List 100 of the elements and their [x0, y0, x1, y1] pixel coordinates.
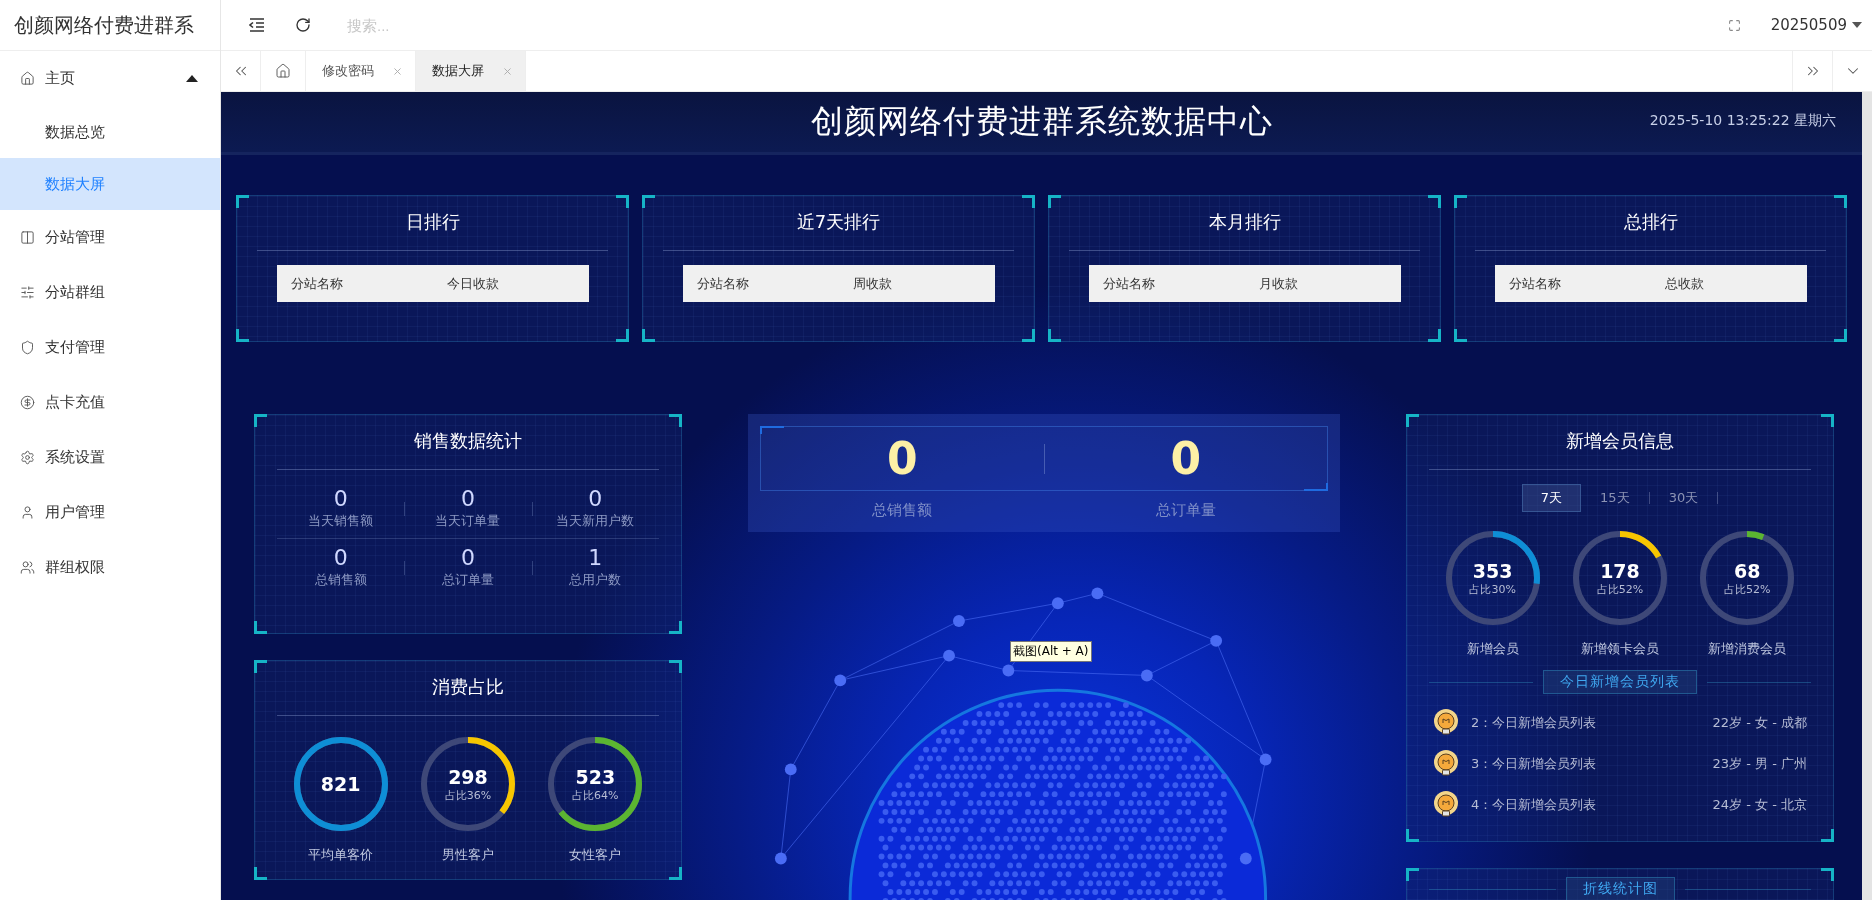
sidebar-item[interactable]: 分站管理 — [0, 210, 220, 265]
ring-share: 占比52% — [1596, 581, 1644, 597]
home-icon — [20, 71, 35, 86]
close-icon[interactable] — [392, 65, 403, 77]
card-title: 近7天排行 — [796, 210, 881, 234]
menu-fold-button[interactable] — [249, 18, 265, 32]
total-label: 总订单量 — [1155, 501, 1217, 520]
ring-share: 占比52% — [1724, 581, 1771, 597]
stat-label: 当天订单量 — [435, 512, 501, 530]
datetime: 2025-5-10 13:25:22 星期六 — [1649, 112, 1836, 130]
member-name: 2：今日新增会员列表 — [1471, 713, 1598, 732]
card-title: 本月排行 — [1208, 210, 1281, 234]
sidebar-item[interactable]: 分站群组 — [0, 265, 220, 320]
card-title: 总排行 — [1623, 210, 1678, 234]
corner-bracket — [1022, 329, 1035, 342]
ring-label: 女性客户 — [569, 846, 622, 864]
corner-bracket — [1834, 195, 1847, 208]
total-value: 0 — [1169, 433, 1203, 484]
ring-value: 298 — [448, 765, 488, 788]
stat-label: 当天销售额 — [308, 512, 374, 530]
ring-label: 新增领卡会员 — [1581, 640, 1659, 658]
corner-bracket — [669, 621, 682, 634]
corner-bracket — [616, 195, 629, 208]
corner-bracket — [1834, 329, 1847, 342]
ring-label: 新增会员 — [1466, 640, 1519, 658]
period-tab[interactable]: 7天 — [1521, 484, 1582, 512]
dollar-coin-icon — [20, 395, 35, 410]
corner-bracket — [1428, 195, 1441, 208]
member-info: 24岁 - 女 - 北京 — [1712, 795, 1807, 814]
sidebar-item[interactable]: 用户管理 — [0, 485, 220, 540]
corner-bracket — [1821, 414, 1834, 427]
corner-bracket — [642, 195, 655, 208]
sidebar-item[interactable]: 群组权限 — [0, 540, 220, 595]
corner-bracket — [760, 426, 784, 434]
corner-bracket — [236, 329, 249, 342]
ring-label: 平均单客价 — [308, 846, 374, 864]
sliders-icon — [20, 285, 35, 300]
column-header: 周收款 — [851, 274, 893, 293]
corner-bracket — [1022, 195, 1035, 208]
shield-icon — [20, 340, 35, 355]
card-title: 新增会员信息 — [1566, 429, 1674, 453]
ring-value: 178 — [1600, 559, 1640, 582]
ring-share: 占比30% — [1469, 581, 1516, 597]
home-icon — [275, 63, 291, 79]
lightbulb-icon — [1433, 790, 1459, 819]
ring-share: 占比64% — [572, 787, 619, 803]
total-value: 0 — [885, 433, 919, 484]
columns-icon — [20, 230, 35, 245]
sidebar-item[interactable]: 系统设置 — [0, 430, 220, 485]
tooltip: 截图(Alt + A) — [1010, 641, 1092, 662]
member-info: 22岁 - 女 - 成都 — [1712, 713, 1807, 732]
period-tab[interactable]: 15天 — [1581, 484, 1649, 512]
corner-bracket — [1406, 868, 1419, 881]
stat-label: 总销售额 — [314, 571, 367, 589]
corner-bracket — [669, 867, 682, 880]
ring-value: 353 — [1472, 559, 1513, 582]
dashboard-title: 创颜网络付费进群系统数据中心 — [810, 101, 1273, 142]
ring-value: 68 — [1734, 559, 1761, 582]
close-icon[interactable] — [502, 65, 513, 77]
corner-bracket — [254, 867, 267, 880]
card-title: 日排行 — [405, 210, 460, 234]
ring-label: 新增消费会员 — [1708, 640, 1787, 658]
member-name: 4：今日新增会员列表 — [1471, 795, 1598, 814]
corner-bracket — [669, 414, 682, 427]
column-header: 分站名称 — [1101, 274, 1156, 293]
fullscreen-button[interactable] — [1727, 18, 1741, 32]
column-header: 今日收款 — [445, 274, 500, 293]
user-icon — [20, 505, 35, 520]
corner-bracket — [1406, 829, 1419, 842]
card-title: 消费占比 — [432, 675, 504, 699]
sidebar-subitem[interactable]: 数据总览 — [0, 106, 220, 158]
corner-bracket — [1428, 329, 1441, 342]
sidebar-item[interactable]: 主页 — [0, 51, 220, 106]
lightbulb-icon — [1433, 708, 1459, 737]
refresh-button[interactable] — [295, 17, 311, 33]
lightbulb-icon — [1433, 749, 1459, 778]
section-title: 折线统计图 — [1565, 877, 1675, 900]
sidebar-item[interactable]: 支付管理 — [0, 320, 220, 375]
member-name: 3：今日新增会员列表 — [1471, 754, 1598, 773]
sidebar-item[interactable]: 点卡充值 — [0, 375, 220, 430]
users-icon — [20, 560, 35, 575]
total-label: 总销售额 — [871, 501, 933, 520]
corner-bracket — [254, 660, 267, 673]
stat-value: 0 — [333, 486, 348, 512]
app-title: 创颜网络付费进群系 — [0, 0, 220, 51]
stat-label: 总订单量 — [442, 571, 494, 589]
stat-value: 0 — [333, 545, 348, 571]
stat-value: 1 — [588, 545, 603, 571]
stat-label: 当天新用户数 — [556, 512, 635, 530]
column-header: 分站名称 — [289, 274, 344, 293]
ring-share: 占比36% — [444, 787, 492, 803]
ring-label: 男性客户 — [442, 846, 494, 864]
corner-bracket — [1048, 195, 1061, 208]
user-menu[interactable]: 20250509 — [1770, 16, 1862, 34]
period-tab[interactable]: 30天 — [1649, 484, 1718, 512]
column-header: 分站名称 — [695, 274, 750, 293]
ring-value: 523 — [575, 765, 616, 788]
corner-bracket — [254, 414, 267, 427]
page-tab[interactable]: 数据大屏 — [416, 51, 526, 91]
column-header: 月收款 — [1257, 274, 1299, 293]
